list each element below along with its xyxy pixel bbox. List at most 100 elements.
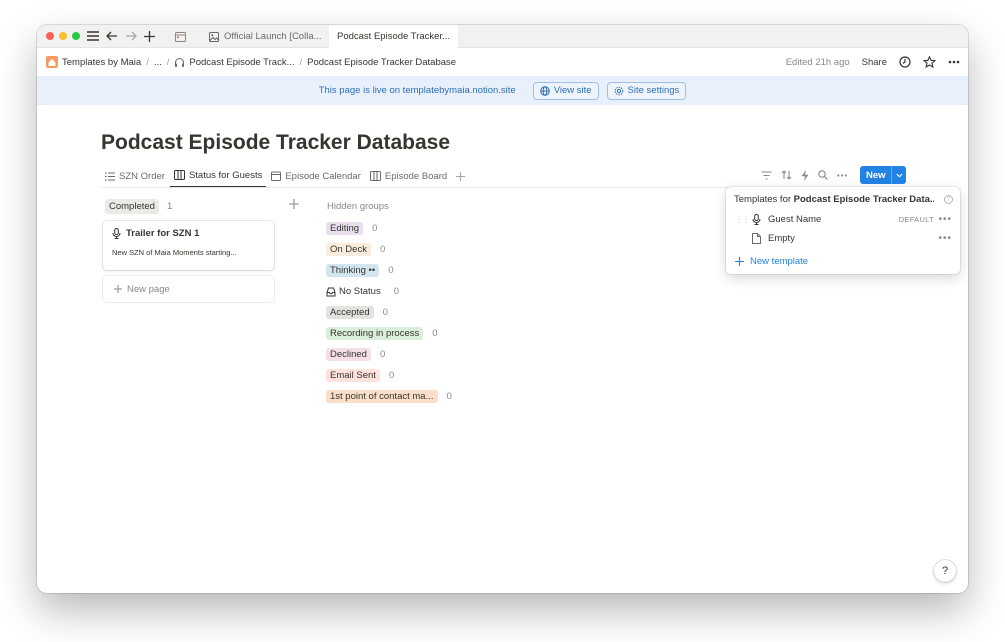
clock-icon[interactable]	[899, 56, 911, 68]
new-page-in-group-button[interactable]: New page	[103, 276, 274, 302]
status-badge: Accepted	[326, 306, 374, 319]
top-bar: Templates by Maia / ... / Podcast Episod…	[37, 48, 968, 76]
new-page-label: New page	[127, 283, 170, 295]
hidden-group-row[interactable]: Editing 0	[326, 222, 377, 235]
template-name: Guest Name	[768, 213, 822, 225]
hidden-group-row[interactable]: Declined 0	[326, 348, 385, 361]
image-icon	[209, 31, 219, 42]
group-count: 1	[166, 201, 173, 212]
add-group-plus-icon[interactable]	[289, 197, 299, 212]
status-badge: On Deck	[326, 243, 371, 256]
calendar-tab-icon[interactable]	[172, 28, 188, 44]
new-tab-plus-icon[interactable]	[141, 28, 157, 44]
back-arrow-icon[interactable]	[104, 28, 120, 44]
more-options-icon[interactable]	[948, 60, 960, 64]
hidden-group-row[interactable]: Thinking •• 0	[326, 264, 394, 277]
plus-icon	[114, 285, 122, 293]
hidden-groups-title: Hidden groups	[327, 201, 389, 212]
board-icon	[173, 170, 185, 180]
template-item-empty[interactable]: Empty •••	[726, 229, 960, 247]
breadcrumb-separator: /	[146, 56, 149, 68]
view-tab-episode-board[interactable]: Episode Board	[366, 164, 451, 188]
site-settings-button[interactable]: Site settings	[606, 81, 687, 100]
hidden-group-row[interactable]: Email Sent 0	[326, 369, 394, 382]
breadcrumb-item-current[interactable]: Podcast Episode Tracker Database	[307, 57, 456, 68]
page-title[interactable]: Podcast Episode Tracker Database	[101, 131, 450, 155]
group-count: 0	[379, 244, 386, 255]
help-question-button[interactable]: ?	[934, 560, 956, 582]
view-tab-label: Episode Calendar	[285, 170, 361, 182]
microphone-icon	[112, 228, 121, 239]
site-live-banner: This page is live on templatebymaia.noti…	[37, 76, 968, 105]
breadcrumb: Templates by Maia / ... / Podcast Episod…	[46, 48, 456, 76]
card-title-text: Trailer for SZN 1	[126, 228, 200, 239]
search-icon[interactable]	[818, 170, 828, 180]
forward-arrow-icon[interactable]	[123, 28, 139, 44]
add-view-button[interactable]	[452, 164, 469, 188]
share-button[interactable]: Share	[862, 57, 887, 68]
plus-icon	[456, 171, 466, 181]
microphone-icon	[752, 213, 761, 225]
templates-header-prefix: Templates for	[734, 194, 794, 205]
group-count: 0	[382, 307, 388, 318]
card-title: Trailer for SZN 1	[112, 228, 199, 239]
status-label: No Status	[339, 286, 381, 297]
view-site-label: View site	[553, 85, 592, 96]
status-badge[interactable]: Completed	[105, 199, 159, 214]
sidebar-menu-icon[interactable]	[85, 28, 101, 44]
view-tab-episode-calendar[interactable]: Episode Calendar	[267, 164, 365, 188]
app-window: Official Launch [Colla... Podcast Episod…	[37, 25, 968, 593]
inbox-icon	[326, 287, 336, 297]
database-toolbar	[761, 166, 847, 184]
view-tab-status-for-guests[interactable]: Status for Guests	[169, 164, 267, 188]
hidden-group-row[interactable]: On Deck 0	[326, 243, 385, 256]
browser-tab-official-launch[interactable]: Official Launch [Colla...	[201, 25, 322, 48]
minimize-window-button[interactable]	[59, 32, 67, 40]
help-icon[interactable]: ?	[944, 195, 953, 204]
breadcrumb-separator: /	[166, 56, 170, 68]
template-item-guest-name[interactable]: ⋮⋮ Guest Name DEFAULT •••	[726, 210, 960, 228]
view-site-button[interactable]: View site	[532, 81, 599, 100]
site-settings-label: Site settings	[627, 85, 680, 96]
gear-icon	[614, 86, 624, 96]
more-options-icon[interactable]	[837, 173, 847, 177]
hidden-group-row[interactable]: No Status 0	[326, 285, 399, 298]
database-view-tabs: SZN Order Status for Guests Episode Cale…	[101, 164, 470, 188]
browser-tab-label: Official Launch [Colla...	[224, 31, 322, 42]
close-window-button[interactable]	[46, 32, 54, 40]
new-button-label: New	[866, 169, 886, 181]
sort-icon[interactable]	[781, 170, 792, 180]
status-badge: Recording in process	[326, 327, 424, 340]
view-tab-szn-order[interactable]: SZN Order	[101, 164, 169, 188]
breadcrumb-item-ellipsis[interactable]: ...	[154, 57, 162, 68]
view-tab-label: SZN Order	[119, 170, 165, 182]
chevron-down-icon[interactable]	[891, 166, 906, 184]
filter-icon[interactable]	[761, 170, 772, 180]
drag-handle-icon[interactable]: ⋮⋮	[735, 215, 750, 224]
breadcrumb-label: Podcast Episode Track...	[189, 56, 295, 68]
house-icon	[46, 56, 58, 68]
new-template-button[interactable]: New template	[735, 256, 808, 267]
breadcrumb-item-podcast-track[interactable]: Podcast Episode Track...	[174, 56, 295, 68]
hidden-group-row[interactable]: Accepted 0	[326, 306, 388, 319]
hidden-group-row[interactable]: Recording in process 0	[326, 327, 438, 340]
template-name: Empty	[768, 232, 795, 244]
breadcrumb-label: Templates by Maia	[62, 56, 142, 68]
list-icon	[105, 171, 115, 181]
new-page-button[interactable]: New	[860, 166, 906, 184]
status-badge: 1st point of contact ma...	[326, 390, 438, 403]
group-count: 0	[388, 370, 395, 381]
board-card[interactable]: Trailer for SZN 1 New SZN of Maia Moment…	[103, 221, 274, 270]
browser-tab-podcast-tracker[interactable]: Podcast Episode Tracker...	[329, 25, 458, 48]
more-options-icon[interactable]: •••	[938, 214, 952, 225]
automation-bolt-icon[interactable]	[801, 169, 809, 181]
browser-tab-label: Podcast Episode Tracker...	[337, 31, 451, 42]
group-count: 0	[432, 328, 438, 339]
star-icon[interactable]	[923, 56, 936, 68]
hidden-group-row[interactable]: 1st point of contact ma... 0	[326, 390, 452, 403]
breadcrumb-item-templates[interactable]: Templates by Maia	[46, 56, 141, 68]
more-options-icon[interactable]: •••	[938, 233, 952, 244]
status-badge: Email Sent	[326, 369, 380, 382]
banner-text: This page is live on templatebymaia.noti…	[318, 85, 516, 96]
zoom-window-button[interactable]	[72, 32, 80, 40]
